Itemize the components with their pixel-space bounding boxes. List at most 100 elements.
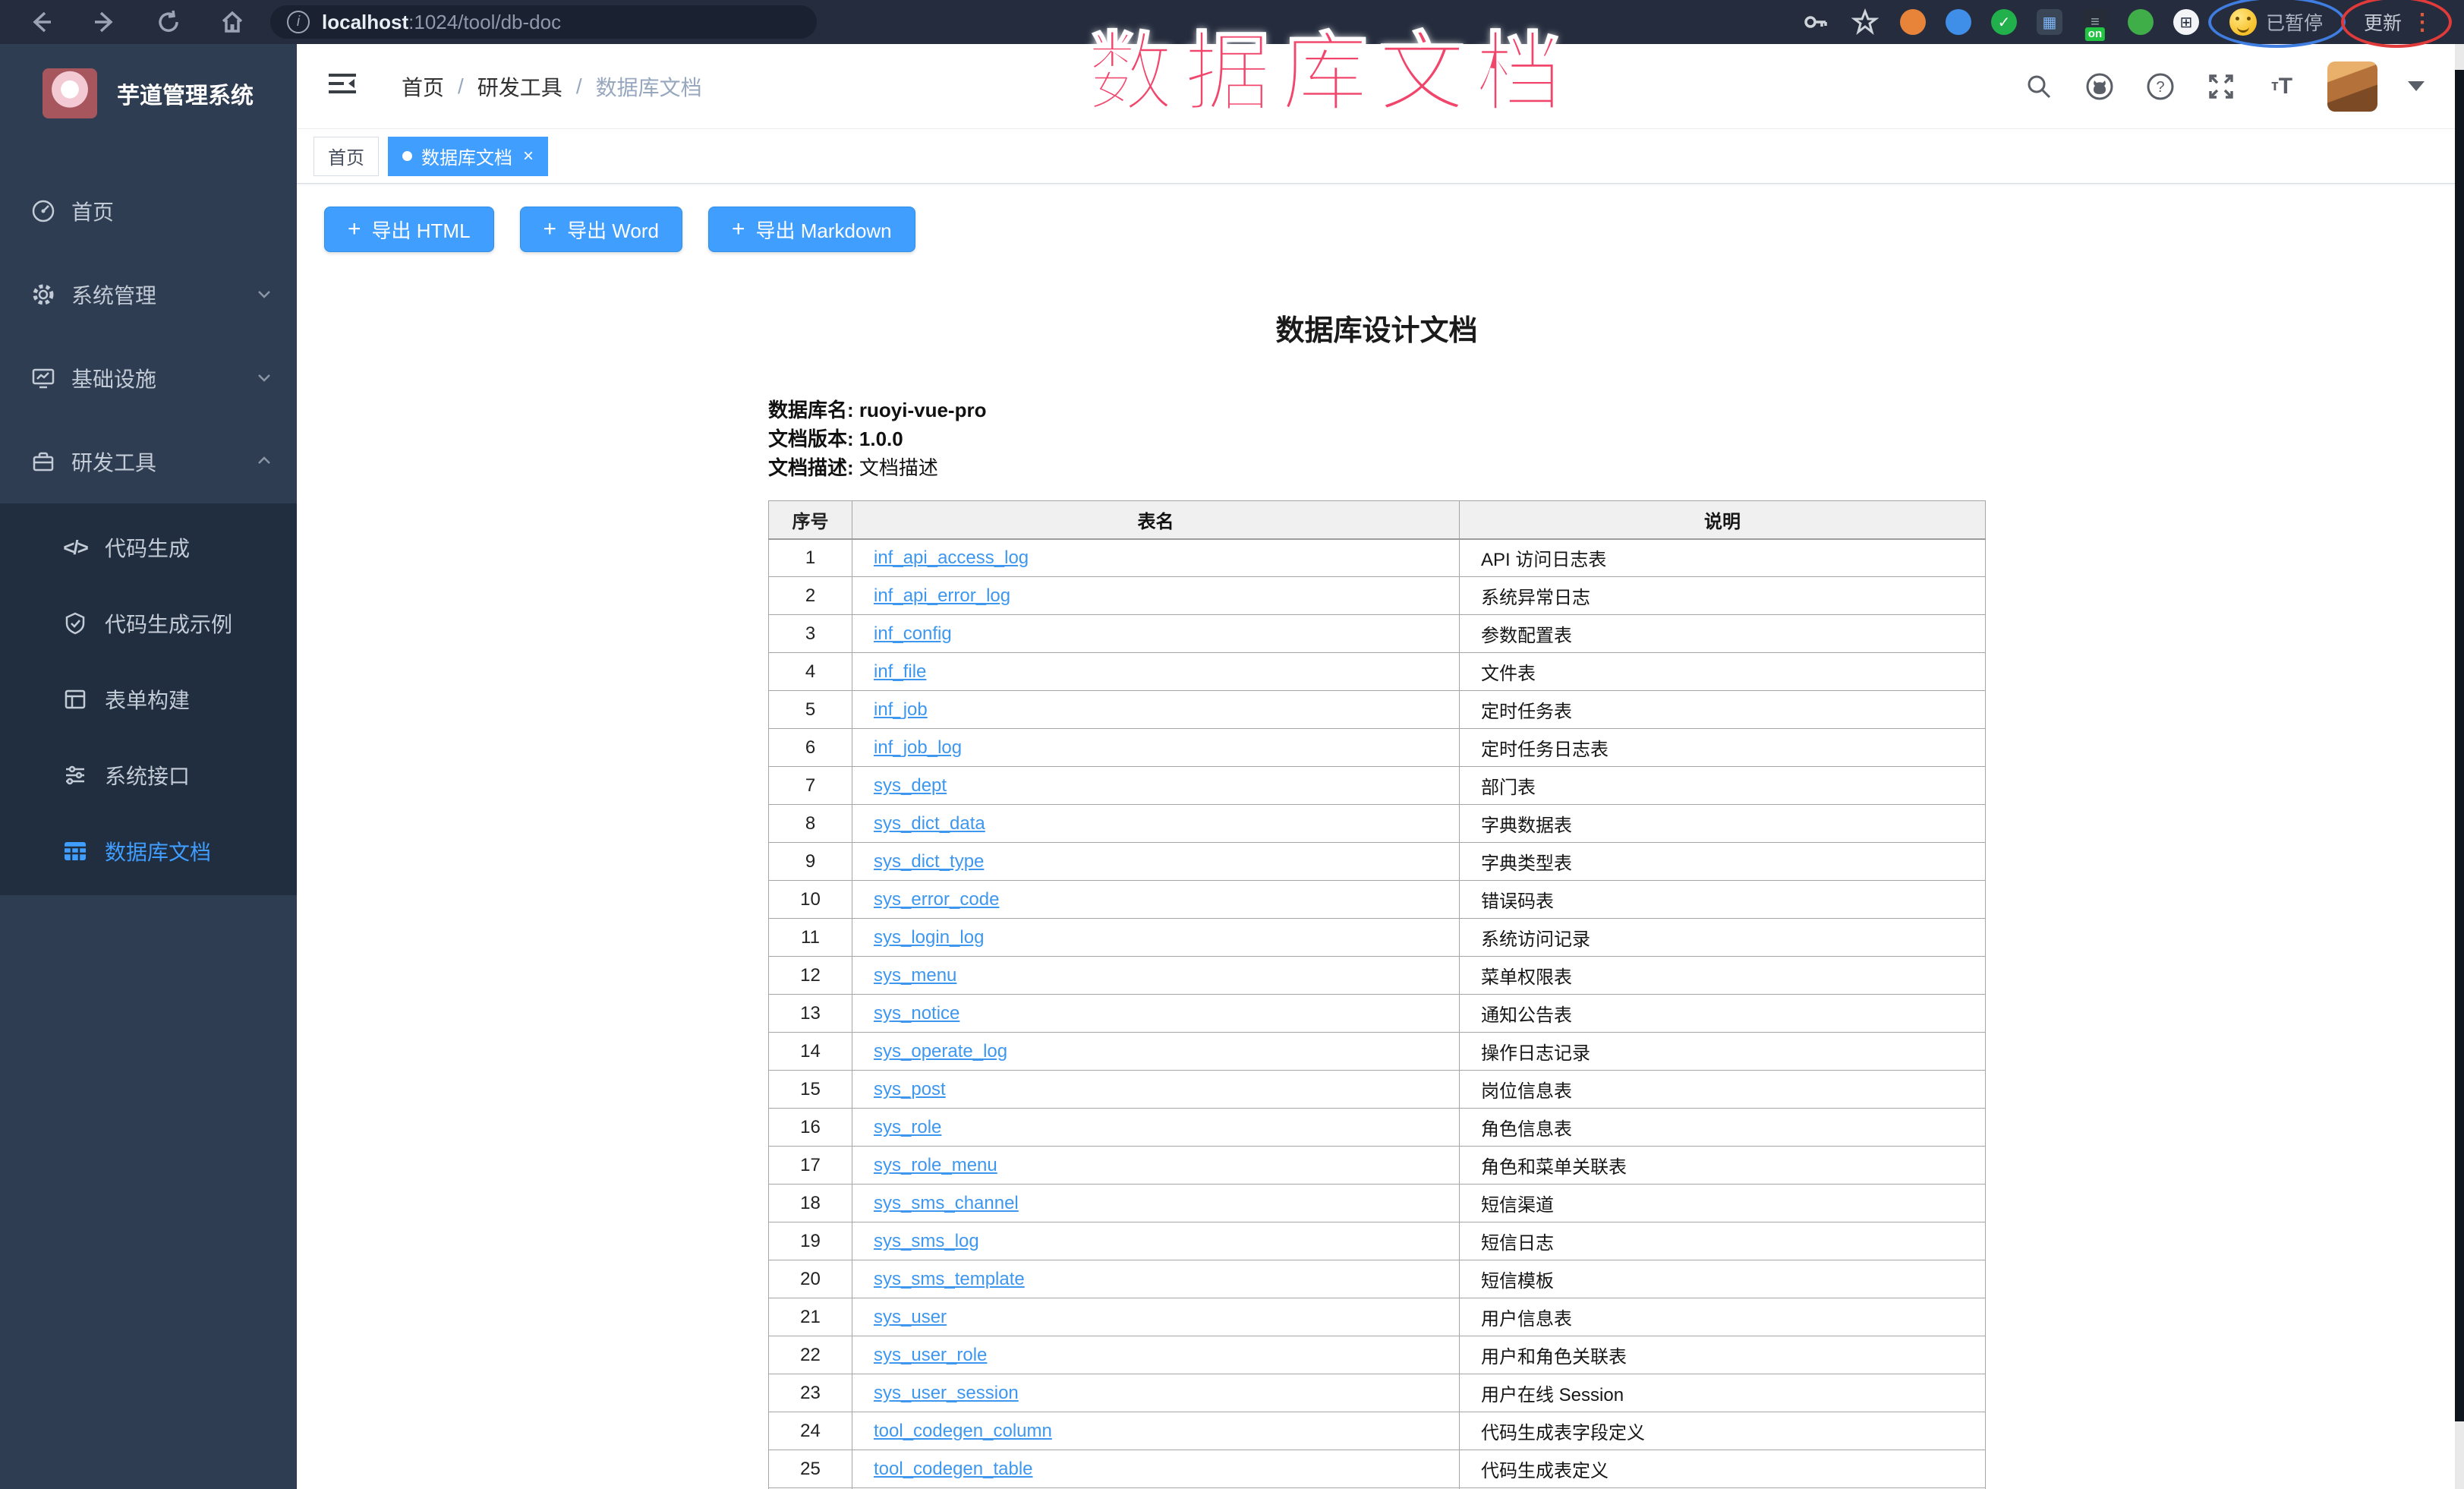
help-icon[interactable]: ? (2145, 71, 2176, 102)
browser-menu-icon[interactable]: ⋮ (2411, 9, 2434, 36)
table-name-link[interactable]: sys_sms_log (874, 1231, 979, 1251)
home-icon[interactable] (217, 7, 247, 37)
table-desc-cell: 定时任务表 (1460, 691, 1986, 729)
sidebar-item-db-doc[interactable]: 数据库文档 (0, 813, 297, 889)
profile-paused-chip[interactable]: 已暂停 (2219, 5, 2333, 39)
back-icon[interactable] (26, 7, 56, 37)
user-avatar[interactable] (2327, 62, 2377, 112)
extensions-puzzle-icon[interactable]: ⊞ (2173, 9, 2199, 35)
form-icon (62, 686, 88, 712)
avatar-caret-icon[interactable] (2408, 81, 2425, 91)
table-desc-cell: 系统访问记录 (1460, 919, 1986, 957)
sidebar-item-system[interactable]: 系统管理 (0, 253, 297, 336)
table-name-link[interactable]: sys_notice (874, 1003, 959, 1024)
table-name-cell: inf_job_log (852, 729, 1460, 767)
sidebar-item-label: 研发工具 (71, 446, 156, 477)
table-name-cell: sys_dict_data (852, 805, 1460, 843)
sidebar-item-codegen-example[interactable]: 代码生成示例 (0, 585, 297, 661)
db-document: 数据库设计文档 数据库名: ruoyi-vue-pro 文档版本: 1.0.0 … (768, 184, 1985, 1489)
table-desc-cell: 用户在线 Session (1460, 1374, 1986, 1412)
key-icon[interactable] (1800, 7, 1830, 37)
export-html-button[interactable]: + 导出 HTML (324, 207, 494, 252)
tag-home[interactable]: 首页 (314, 137, 379, 176)
table-name-link[interactable]: sys_operate_log (874, 1041, 1007, 1062)
breadcrumb: 首页 / 研发工具 / 数据库文档 (402, 71, 702, 102)
extension-green-icon[interactable] (2128, 9, 2154, 35)
table-name-link[interactable]: sys_dict_data (874, 813, 985, 834)
table-name-link[interactable]: sys_role (874, 1117, 941, 1137)
table-name-link[interactable]: sys_post (874, 1079, 946, 1099)
breadcrumb-item-devtools[interactable]: 研发工具 (477, 71, 562, 102)
address-bar[interactable]: i localhost:1024/tool/db-doc (270, 5, 817, 39)
row-index: 7 (769, 767, 852, 805)
table-row: 9sys_dict_type字典类型表 (769, 843, 1986, 881)
bookmark-star-icon[interactable] (1850, 7, 1880, 37)
breadcrumb-item-home[interactable]: 首页 (402, 71, 444, 102)
table-row: 12sys_menu菜单权限表 (769, 957, 1986, 995)
tag-db-doc[interactable]: 数据库文档 × (388, 137, 548, 176)
search-icon[interactable] (2024, 71, 2054, 102)
sidebar-item-form-builder[interactable]: 表单构建 (0, 661, 297, 737)
table-row: 5inf_job定时任务表 (769, 691, 1986, 729)
table-name-link[interactable]: inf_api_error_log (874, 585, 1010, 606)
table-name-link[interactable]: tool_codegen_table (874, 1459, 1033, 1479)
font-size-icon[interactable]: тT (2267, 71, 2297, 102)
sidebar-item-system-api[interactable]: 系统接口 (0, 737, 297, 813)
table-name-link[interactable]: sys_sms_channel (874, 1193, 1019, 1213)
table-name-link[interactable]: sys_login_log (874, 927, 984, 948)
document-title: 数据库设计文档 (768, 307, 1985, 349)
site-info-icon[interactable]: i (287, 11, 310, 33)
table-desc-cell: 操作日志记录 (1460, 1033, 1986, 1071)
page-scrollbar[interactable] (2455, 44, 2464, 1489)
table-name-link[interactable]: sys_menu (874, 965, 956, 986)
table-name-link[interactable]: sys_dept (874, 775, 947, 796)
extension-list-icon[interactable]: ≡on (2082, 9, 2108, 35)
extension-grid-icon[interactable]: ▦ (2037, 9, 2062, 35)
table-name-link[interactable]: inf_api_access_log (874, 547, 1029, 568)
table-name-cell: sys_user_session (852, 1374, 1460, 1412)
scrollbar-thumb[interactable] (2455, 70, 2464, 1421)
table-name-link[interactable]: sys_user_session (874, 1383, 1019, 1403)
table-name-link[interactable]: sys_role_menu (874, 1155, 997, 1175)
app-logo-row[interactable]: 芋道管理系统 (0, 44, 297, 128)
fullscreen-icon[interactable] (2206, 71, 2236, 102)
table-name-link[interactable]: sys_user_role (874, 1345, 987, 1365)
table-name-link[interactable]: inf_config (874, 623, 952, 644)
row-index: 9 (769, 843, 852, 881)
on-badge: on (2085, 27, 2105, 41)
table-name-link[interactable]: sys_user (874, 1307, 947, 1327)
breadcrumb-separator: / (576, 74, 582, 99)
table-name-link[interactable]: tool_codegen_column (874, 1421, 1052, 1441)
browser-update-chip[interactable]: 更新 ⋮ (2353, 5, 2444, 39)
forward-icon[interactable] (90, 7, 120, 37)
tag-label: 数据库文档 (421, 143, 512, 169)
table-name-link[interactable]: sys_sms_template (874, 1269, 1025, 1289)
extension-pin-icon[interactable] (1946, 9, 1971, 35)
sidebar-item-infra[interactable]: 基础设施 (0, 336, 297, 420)
sidebar-item-devtools[interactable]: 研发工具 (0, 420, 297, 503)
table-name-link[interactable]: sys_dict_type (874, 851, 984, 872)
close-icon[interactable]: × (523, 147, 534, 166)
sidebar: 芋道管理系统 首页 系统管理 基础设施 (0, 44, 297, 1489)
table-row: 4inf_file文件表 (769, 653, 1986, 691)
table-row: 24tool_codegen_column代码生成表字段定义 (769, 1412, 1986, 1450)
sidebar-collapse-icon[interactable] (327, 71, 358, 102)
table-row: 7sys_dept部门表 (769, 767, 1986, 805)
table-name-link[interactable]: inf_job_log (874, 737, 962, 758)
sidebar-item-home[interactable]: 首页 (0, 169, 297, 253)
extension-orange-icon[interactable] (1900, 9, 1926, 35)
table-name-link[interactable]: inf_job (874, 699, 928, 720)
reload-icon[interactable] (153, 7, 184, 37)
table-name-cell: sys_sms_template (852, 1260, 1460, 1298)
sliders-icon (62, 762, 88, 788)
table-name-cell: sys_operate_log (852, 1033, 1460, 1071)
github-icon[interactable] (2084, 71, 2115, 102)
table-name-link[interactable]: inf_file (874, 661, 926, 682)
export-word-button[interactable]: + 导出 Word (520, 207, 682, 252)
table-name-cell: tool_codegen_column (852, 1412, 1460, 1450)
watermark-text: 数据库文档 (1087, 3, 1573, 128)
extension-check-icon[interactable]: ✓ (1991, 9, 2017, 35)
code-icon: </> (62, 535, 88, 560)
table-name-link[interactable]: sys_error_code (874, 889, 999, 910)
sidebar-item-codegen[interactable]: </> 代码生成 (0, 509, 297, 585)
